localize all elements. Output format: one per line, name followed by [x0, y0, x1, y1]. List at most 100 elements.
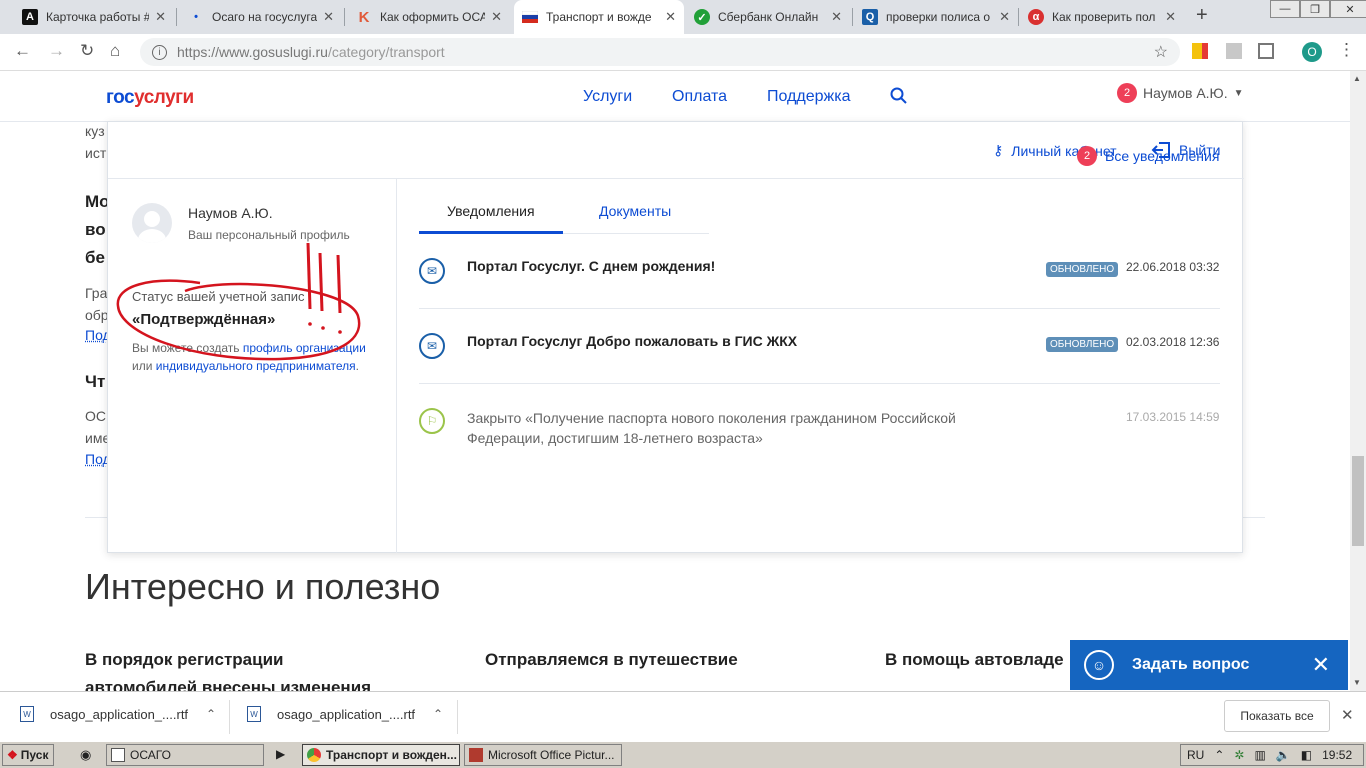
reload-icon[interactable]: ↻: [80, 41, 94, 61]
close-downloads-icon[interactable]: ✕: [1341, 706, 1354, 724]
new-tab-icon[interactable]: +: [1196, 4, 1208, 27]
ask-question-widget[interactable]: ☺ Задать вопрос ✕: [1070, 640, 1348, 690]
taskbar-item[interactable]: Microsoft Office Pictur...: [464, 744, 622, 766]
minimize-icon[interactable]: —: [1270, 0, 1300, 18]
nav-payment[interactable]: Оплата: [672, 88, 727, 106]
russian-flag-icon: [522, 9, 538, 25]
close-tab-icon[interactable]: ✕: [1165, 9, 1176, 25]
chevron-up-icon[interactable]: ⌃: [206, 707, 216, 721]
restore-icon[interactable]: ❐: [1300, 0, 1330, 18]
bookmark-star-icon[interactable]: ☆: [1154, 42, 1168, 62]
browser-tab[interactable]: ✓ Сбербанк Онлайн ✕: [686, 0, 850, 34]
tab-favicon-icon: α: [1028, 9, 1044, 25]
volume-icon[interactable]: 🔈: [1276, 748, 1291, 762]
task-label: Microsoft Office Pictur...: [488, 748, 615, 762]
tab-title: Сбербанк Онлайн: [718, 10, 819, 24]
bg-heading: во: [85, 220, 106, 239]
browser-tab[interactable]: • Осаго на госуслуга ✕: [180, 0, 342, 34]
show-all-downloads-button[interactable]: Показать все: [1224, 700, 1330, 732]
clock[interactable]: 19:52: [1322, 748, 1352, 762]
create-ip-profile-link[interactable]: индивидуального предпринимателя: [156, 359, 356, 373]
notification-title: Портал Госуслуг. С днем рождения!: [467, 258, 716, 274]
site-info-icon[interactable]: i: [152, 44, 167, 60]
extension-icon[interactable]: [1192, 43, 1208, 59]
create-org-profile-link[interactable]: профиль организации: [243, 341, 366, 355]
download-filename: osago_application_....rtf: [277, 706, 416, 722]
profile-subtitle[interactable]: Ваш персональный профиль: [188, 228, 350, 242]
tab-favicon-icon: ✓: [694, 9, 710, 25]
taskbar-item[interactable]: ОСАГО: [106, 744, 264, 766]
tray-arrow-icon[interactable]: ⌃: [1214, 748, 1224, 762]
chevron-down-icon: ▼: [1233, 87, 1244, 99]
media-player-icon[interactable]: ▶: [276, 747, 285, 761]
logo-part-1: гос: [106, 87, 135, 108]
forward-icon[interactable]: →: [48, 41, 65, 61]
chevron-up-icon[interactable]: ⌃: [433, 707, 443, 721]
ask-question-label: Задать вопрос: [1132, 656, 1250, 673]
flag-icon: ⚐: [419, 408, 445, 434]
nav-support[interactable]: Поддержка: [767, 88, 850, 106]
close-tab-icon[interactable]: ✕: [155, 9, 166, 25]
close-tab-icon[interactable]: ✕: [665, 9, 676, 25]
user-menu[interactable]: 2 Наумов А.Ю. ▼: [1117, 83, 1244, 103]
envelope-icon: ✉: [419, 333, 445, 359]
extension-grid-icon[interactable]: [1258, 43, 1274, 59]
article-title-line: автомобилей внесены изменения: [85, 678, 372, 691]
nav-services[interactable]: Услуги: [583, 88, 632, 106]
tray-icon[interactable]: ◧: [1301, 748, 1312, 762]
status-badge: ОБНОВЛЕНО: [1046, 262, 1119, 277]
notification-divider: [419, 383, 1220, 384]
extension-icon[interactable]: [1226, 43, 1242, 59]
home-icon[interactable]: ⌂: [110, 41, 120, 61]
article-card-title[interactable]: В помощь автовладе: [885, 646, 1064, 674]
article-card-title[interactable]: В порядок регистрации автомобилей внесен…: [85, 646, 371, 691]
notification-text: Закрыто «Получение паспорта нового покол…: [467, 410, 956, 446]
address-bar[interactable]: i https://www.gosuslugi.ru/category/tran…: [140, 38, 1180, 66]
download-item[interactable]: W osago_application_....rtf ⌃: [247, 706, 443, 722]
article-card-title[interactable]: Отправляемся в путешествие: [485, 646, 738, 674]
taskbar: ❖ Пуск ◉ ОСАГО ▶ Транспорт и вожден... M…: [0, 741, 1366, 768]
page-scrollbar[interactable]: ▲ ▼: [1350, 71, 1366, 691]
close-chat-icon[interactable]: ✕: [1312, 652, 1330, 678]
browser-tab[interactable]: α Как проверить пол ✕: [1020, 0, 1184, 34]
back-icon[interactable]: ←: [14, 41, 31, 61]
network-icon[interactable]: ▥: [1254, 748, 1265, 762]
quicklaunch-icon[interactable]: ◉: [80, 747, 91, 763]
bg-heading: бе: [85, 248, 105, 267]
windows-logo-icon: ❖: [7, 748, 18, 762]
scroll-thumb[interactable]: [1352, 456, 1364, 546]
language-indicator[interactable]: RU: [1187, 748, 1204, 762]
notification-count-badge: 2: [1117, 83, 1137, 103]
tab-divider: [344, 8, 345, 26]
browser-tab[interactable]: A Карточка работы # ✕: [14, 0, 174, 34]
article-title-line: В порядок регистрации: [85, 650, 284, 669]
browser-tab-strip: A Карточка работы # ✕ • Осаго на госуслу…: [0, 0, 1366, 34]
browser-tab[interactable]: Q проверки полиса о ✕: [854, 0, 1018, 34]
browser-tab[interactable]: K Как оформить ОСА ✕: [348, 0, 510, 34]
avatar: [132, 203, 172, 243]
close-tab-icon[interactable]: ✕: [323, 9, 334, 25]
tab-documents[interactable]: Документы: [599, 203, 671, 219]
antivirus-icon[interactable]: ✲: [1234, 748, 1244, 762]
close-tab-icon[interactable]: ✕: [831, 9, 842, 25]
window-close-icon[interactable]: ✕: [1330, 0, 1366, 18]
folder-icon: [111, 748, 125, 762]
task-label: ОСАГО: [130, 748, 171, 762]
profile-avatar[interactable]: O: [1302, 42, 1322, 62]
download-item[interactable]: W osago_application_....rtf ⌃: [20, 706, 216, 722]
search-icon[interactable]: [890, 87, 908, 110]
close-tab-icon[interactable]: ✕: [491, 9, 502, 25]
menu-dots-icon[interactable]: ⋮: [1338, 40, 1355, 60]
tab-notifications[interactable]: Уведомления: [447, 203, 535, 219]
browser-tab-active[interactable]: Транспорт и вожде ✕: [514, 0, 684, 34]
url-path: /category/transport: [327, 44, 445, 60]
scroll-up-icon[interactable]: ▲: [1353, 74, 1361, 83]
taskbar-item-active[interactable]: Транспорт и вожден...: [302, 744, 460, 766]
panel-header: ⚷ Личный кабинет Выйти: [108, 122, 1244, 179]
account-status-note: Вы можете создать профиль организации ил…: [132, 339, 382, 375]
gosuslugi-logo[interactable]: госуслуги: [106, 87, 194, 109]
close-tab-icon[interactable]: ✕: [999, 9, 1010, 25]
all-notifications-link[interactable]: 2 Все уведомления: [1077, 146, 1219, 166]
start-button[interactable]: ❖ Пуск: [2, 744, 54, 766]
scroll-down-icon[interactable]: ▼: [1353, 678, 1361, 687]
